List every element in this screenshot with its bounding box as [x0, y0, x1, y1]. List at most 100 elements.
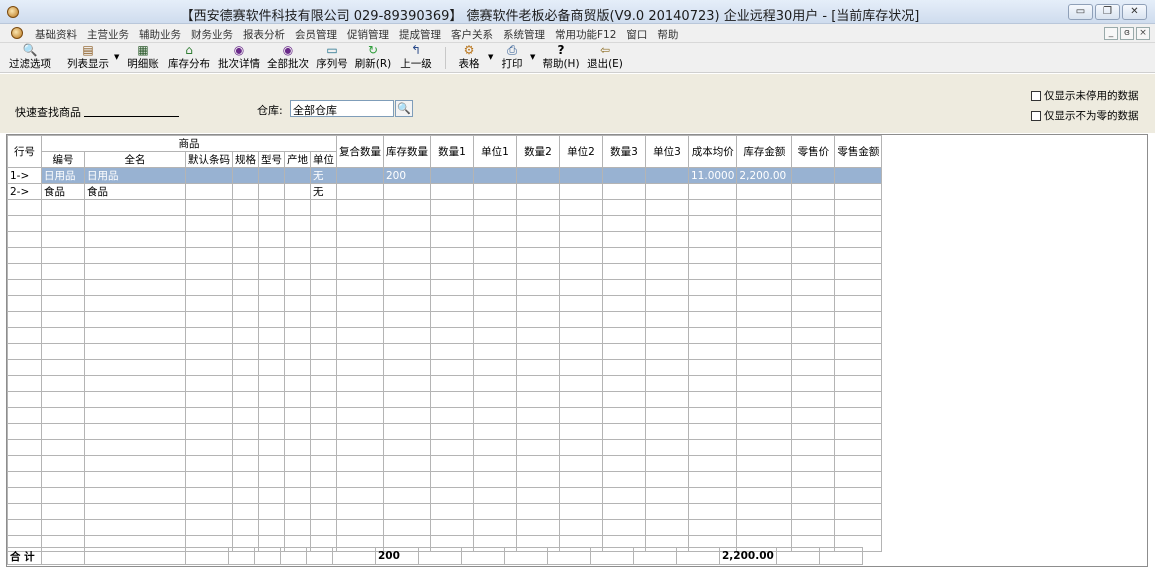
- empty-cell[interactable]: [383, 455, 431, 472]
- empty-cell[interactable]: [7, 455, 42, 472]
- empty-cell[interactable]: [602, 439, 646, 456]
- empty-cell[interactable]: [84, 311, 186, 328]
- cell-origin[interactable]: [284, 167, 311, 184]
- empty-cell[interactable]: [232, 343, 259, 360]
- empty-cell[interactable]: [383, 391, 431, 408]
- empty-row[interactable]: [7, 503, 883, 520]
- menu-promotion[interactable]: 促销管理: [342, 27, 394, 42]
- empty-cell[interactable]: [7, 439, 42, 456]
- empty-row[interactable]: [7, 359, 883, 376]
- empty-cell[interactable]: [41, 455, 85, 472]
- empty-cell[interactable]: [310, 407, 337, 424]
- empty-cell[interactable]: [7, 215, 42, 232]
- empty-cell[interactable]: [602, 279, 646, 296]
- empty-cell[interactable]: [185, 263, 233, 280]
- empty-cell[interactable]: [310, 455, 337, 472]
- empty-cell[interactable]: [473, 487, 517, 504]
- empty-cell[interactable]: [232, 471, 259, 488]
- empty-cell[interactable]: [232, 199, 259, 216]
- empty-cell[interactable]: [336, 295, 384, 312]
- cell-retail-price[interactable]: [791, 167, 836, 184]
- empty-cell[interactable]: [258, 391, 285, 408]
- empty-cell[interactable]: [310, 231, 337, 248]
- empty-cell[interactable]: [834, 407, 883, 424]
- empty-cell[interactable]: [473, 263, 517, 280]
- empty-cell[interactable]: [84, 471, 186, 488]
- header-avg-cost[interactable]: 成本均价: [687, 135, 738, 168]
- empty-cell[interactable]: [736, 295, 793, 312]
- empty-cell[interactable]: [559, 503, 603, 520]
- empty-cell[interactable]: [791, 471, 836, 488]
- empty-cell[interactable]: [473, 359, 517, 376]
- empty-cell[interactable]: [232, 359, 259, 376]
- cell-unit1[interactable]: [473, 167, 517, 184]
- empty-cell[interactable]: [84, 343, 186, 360]
- empty-cell[interactable]: [736, 231, 793, 248]
- empty-cell[interactable]: [310, 263, 337, 280]
- empty-cell[interactable]: [473, 375, 517, 392]
- header-unit1[interactable]: 单位1: [473, 135, 517, 168]
- empty-cell[interactable]: [310, 439, 337, 456]
- empty-cell[interactable]: [41, 519, 85, 536]
- stock-distribution-button[interactable]: ⌂ 库存分布: [166, 44, 212, 72]
- empty-cell[interactable]: [284, 407, 311, 424]
- empty-row[interactable]: [7, 311, 883, 328]
- empty-cell[interactable]: [687, 471, 738, 488]
- empty-cell[interactable]: [383, 247, 431, 264]
- empty-cell[interactable]: [310, 375, 337, 392]
- empty-row[interactable]: [7, 423, 883, 440]
- empty-cell[interactable]: [834, 503, 883, 520]
- empty-cell[interactable]: [834, 327, 883, 344]
- empty-cell[interactable]: [232, 455, 259, 472]
- checkbox-box[interactable]: [1031, 110, 1041, 121]
- empty-cell[interactable]: [834, 471, 883, 488]
- empty-cell[interactable]: [559, 519, 603, 536]
- empty-cell[interactable]: [473, 503, 517, 520]
- empty-cell[interactable]: [736, 391, 793, 408]
- empty-cell[interactable]: [602, 263, 646, 280]
- empty-cell[interactable]: [7, 359, 42, 376]
- empty-cell[interactable]: [430, 327, 474, 344]
- empty-cell[interactable]: [383, 295, 431, 312]
- empty-row[interactable]: [7, 247, 883, 264]
- empty-cell[interactable]: [430, 407, 474, 424]
- cell-qty3[interactable]: [602, 167, 646, 184]
- header-goods[interactable]: 商品: [41, 135, 337, 152]
- empty-cell[interactable]: [516, 455, 560, 472]
- empty-cell[interactable]: [559, 279, 603, 296]
- cell-barcode[interactable]: [185, 167, 233, 184]
- detail-ledger-button[interactable]: ▦ 明细账: [125, 44, 161, 72]
- header-composite-qty[interactable]: 复合数量: [336, 135, 384, 168]
- empty-cell[interactable]: [284, 519, 311, 536]
- cell-avg-cost[interactable]: [687, 183, 738, 200]
- cell-name[interactable]: 食品: [84, 183, 186, 200]
- empty-cell[interactable]: [602, 231, 646, 248]
- empty-cell[interactable]: [473, 343, 517, 360]
- empty-cell[interactable]: [383, 359, 431, 376]
- empty-cell[interactable]: [602, 375, 646, 392]
- empty-cell[interactable]: [84, 263, 186, 280]
- table-settings-button[interactable]: ⚙ 表格: [455, 44, 483, 72]
- empty-cell[interactable]: [84, 455, 186, 472]
- empty-cell[interactable]: [7, 391, 42, 408]
- empty-cell[interactable]: [336, 519, 384, 536]
- empty-cell[interactable]: [645, 471, 689, 488]
- empty-cell[interactable]: [284, 503, 311, 520]
- empty-row[interactable]: [7, 199, 883, 216]
- empty-cell[interactable]: [736, 455, 793, 472]
- empty-cell[interactable]: [736, 375, 793, 392]
- empty-cell[interactable]: [41, 487, 85, 504]
- empty-cell[interactable]: [791, 279, 836, 296]
- empty-cell[interactable]: [232, 519, 259, 536]
- empty-cell[interactable]: [645, 231, 689, 248]
- empty-cell[interactable]: [284, 423, 311, 440]
- table-dropdown-arrow[interactable]: ▼: [488, 53, 493, 61]
- empty-cell[interactable]: [687, 215, 738, 232]
- cell-unit[interactable]: 无: [310, 183, 337, 200]
- empty-cell[interactable]: [41, 199, 85, 216]
- empty-cell[interactable]: [430, 343, 474, 360]
- checkbox-box[interactable]: [1031, 90, 1041, 101]
- empty-cell[interactable]: [336, 423, 384, 440]
- list-display-button[interactable]: ▤ 列表显示: [65, 44, 111, 72]
- empty-cell[interactable]: [383, 471, 431, 488]
